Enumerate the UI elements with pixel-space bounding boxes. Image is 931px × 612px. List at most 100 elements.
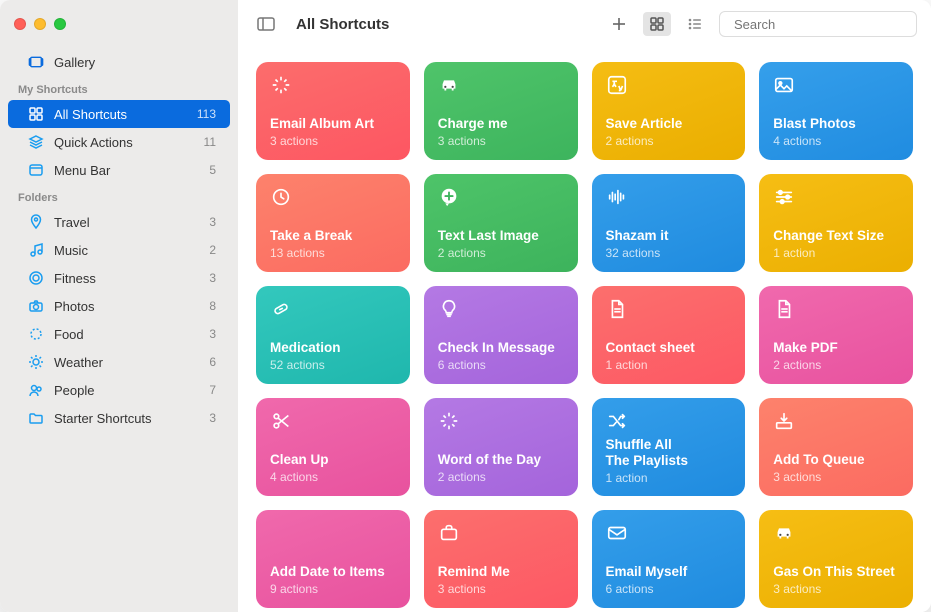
sparkle-icon xyxy=(438,410,564,442)
pill-icon xyxy=(270,298,396,330)
sidebar-item-travel[interactable]: Travel3 xyxy=(8,208,230,236)
shortcut-card-email-myself[interactable]: Email Myself 6 actions xyxy=(592,510,746,608)
shortcut-actions-count: 32 actions xyxy=(606,246,732,260)
food-icon xyxy=(26,326,46,342)
briefcase-icon xyxy=(438,522,564,554)
sidebar-item-all-shortcuts[interactable]: All Shortcuts113 xyxy=(8,100,230,128)
timer-icon xyxy=(270,186,396,218)
shortcut-title: Add Date to Items xyxy=(270,564,396,580)
shortcut-card-text-last-image[interactable]: Text Last Image 2 actions xyxy=(424,174,578,272)
shortcut-card-check-in-message[interactable]: Check In Message6 actions xyxy=(424,286,578,384)
shortcut-card-change-text-size[interactable]: Change Text Size1 action xyxy=(759,174,913,272)
shortcut-title: Email Myself xyxy=(606,564,732,580)
shortcut-card-blast-photos[interactable]: Blast Photos4 actions xyxy=(759,62,913,160)
shortcut-title: Text Last Image xyxy=(438,228,564,244)
shortcut-title: Change Text Size xyxy=(773,228,899,244)
shortcut-title: Take a Break xyxy=(270,228,396,244)
sidebar-item-count: 2 xyxy=(209,243,216,257)
sidebar-gallery[interactable]: Gallery xyxy=(8,48,230,76)
shortcut-actions-count: 1 action xyxy=(606,358,732,372)
shortcut-card-take-a-break[interactable]: Take a Break13 actions xyxy=(256,174,410,272)
shortcut-card-gas-on-this-street[interactable]: Gas On This Street3 actions xyxy=(759,510,913,608)
sidebar-item-label: Food xyxy=(54,327,209,342)
shortcut-card-email-album-art[interactable]: Email Album Art 3 actions xyxy=(256,62,410,160)
shortcut-card-add-to-queue[interactable]: Add To Queue 3 actions xyxy=(759,398,913,496)
pin-icon xyxy=(26,214,46,230)
toggle-sidebar-button[interactable] xyxy=(252,12,280,36)
sidebar-item-count: 11 xyxy=(204,135,216,149)
sidebar-item-menu-bar[interactable]: Menu Bar5 xyxy=(8,156,230,184)
weather-icon xyxy=(26,354,46,370)
sidebar-item-count: 3 xyxy=(209,327,216,341)
shortcut-title: Blast Photos xyxy=(773,116,899,132)
shortcut-actions-count: 2 actions xyxy=(438,246,564,260)
sidebar-item-fitness[interactable]: Fitness3 xyxy=(8,264,230,292)
list-view-button[interactable] xyxy=(681,12,709,36)
shortcut-actions-count: 3 actions xyxy=(773,470,899,484)
shortcut-card-remind-me[interactable]: Remind Me3 actions xyxy=(424,510,578,608)
shortcuts-grid: Email Album Art3 actionsCharge me3 actio… xyxy=(238,48,931,612)
sidebar-item-food[interactable]: Food3 xyxy=(8,320,230,348)
car-icon xyxy=(773,522,899,554)
shortcut-actions-count: 52 actions xyxy=(270,358,396,372)
shortcut-card-charge-me[interactable]: Charge me3 actions xyxy=(424,62,578,160)
sidebar-item-quick-actions[interactable]: Quick Actions11 xyxy=(8,128,230,156)
add-shortcut-button[interactable] xyxy=(605,12,633,36)
grid-icon xyxy=(26,106,46,122)
sidebar-item-people[interactable]: People7 xyxy=(8,376,230,404)
sidebar-item-count: 8 xyxy=(209,299,216,313)
sidebar-item-count: 113 xyxy=(197,107,216,121)
sidebar-sections: My ShortcutsAll Shortcuts113Quick Action… xyxy=(0,76,238,432)
bulb-icon xyxy=(438,298,564,330)
shortcut-card-medication[interactable]: Medication 52 actions xyxy=(256,286,410,384)
app-window: Gallery My ShortcutsAll Shortcuts113Quic… xyxy=(0,0,931,612)
shortcut-card-save-article[interactable]: Save Article2 actions xyxy=(592,62,746,160)
main-area: All Shortcuts Email Album Art3 actionsCh… xyxy=(238,0,931,612)
shortcut-card-word-of-the-day[interactable]: Word of the Day2 actions xyxy=(424,398,578,496)
sidebar-item-music[interactable]: Music2 xyxy=(8,236,230,264)
shortcut-card-shazam-it[interactable]: Shazam it32 actions xyxy=(592,174,746,272)
sidebar-item-label: All Shortcuts xyxy=(54,107,197,122)
scissors-icon xyxy=(270,410,396,442)
shortcut-card-contact-sheet[interactable]: Contact sheet 1 action xyxy=(592,286,746,384)
shortcut-actions-count: 6 actions xyxy=(606,582,732,596)
zoom-window-button[interactable] xyxy=(54,18,66,30)
shuffle-icon xyxy=(606,410,732,437)
wave-icon xyxy=(606,186,732,218)
shortcut-actions-count: 1 action xyxy=(606,471,732,485)
shortcut-title: Word of the Day xyxy=(438,452,564,468)
shortcut-title: Email Album Art xyxy=(270,116,396,132)
shortcut-title: Add To Queue xyxy=(773,452,899,468)
sidebar-item-label: Quick Actions xyxy=(54,135,204,150)
search-input[interactable] xyxy=(734,17,910,32)
music-icon xyxy=(26,242,46,258)
doc-icon xyxy=(773,298,899,330)
shortcut-actions-count: 2 actions xyxy=(773,358,899,372)
grid-view-button[interactable] xyxy=(643,12,671,36)
shortcut-card-make-pdf[interactable]: Make PDF2 actions xyxy=(759,286,913,384)
close-window-button[interactable] xyxy=(14,18,26,30)
shortcut-actions-count: 3 actions xyxy=(270,134,396,148)
sidebar-item-starter-shortcuts[interactable]: Starter Shortcuts3 xyxy=(8,404,230,432)
shortcut-title: Contact sheet xyxy=(606,340,732,356)
search-field[interactable] xyxy=(719,11,917,37)
shortcut-title: Charge me xyxy=(438,116,564,132)
shortcut-title: Remind Me xyxy=(438,564,564,580)
shortcut-title: Medication xyxy=(270,340,396,356)
shortcut-card-shuffle-all-the-playlists[interactable]: Shuffle AllThe Playlists1 action xyxy=(592,398,746,496)
sidebar-item-label: Photos xyxy=(54,299,209,314)
sidebar-content: Gallery My ShortcutsAll Shortcuts113Quic… xyxy=(0,48,238,612)
sidebar-item-label: Music xyxy=(54,243,209,258)
shortcut-title: Clean Up xyxy=(270,452,396,468)
shortcut-card-add-date-to-items[interactable]: Add Date to Items9 actions xyxy=(256,510,410,608)
sidebar-item-photos[interactable]: Photos8 xyxy=(8,292,230,320)
camera-icon xyxy=(26,298,46,314)
shortcut-title: Check In Message xyxy=(438,340,564,356)
sidebar-item-weather[interactable]: Weather6 xyxy=(8,348,230,376)
sparkle-icon xyxy=(270,74,396,106)
sidebar-item-count: 7 xyxy=(209,383,216,397)
layers-icon xyxy=(26,134,46,150)
shortcut-card-clean-up[interactable]: Clean Up4 actions xyxy=(256,398,410,496)
sliders-icon xyxy=(773,186,899,218)
minimize-window-button[interactable] xyxy=(34,18,46,30)
